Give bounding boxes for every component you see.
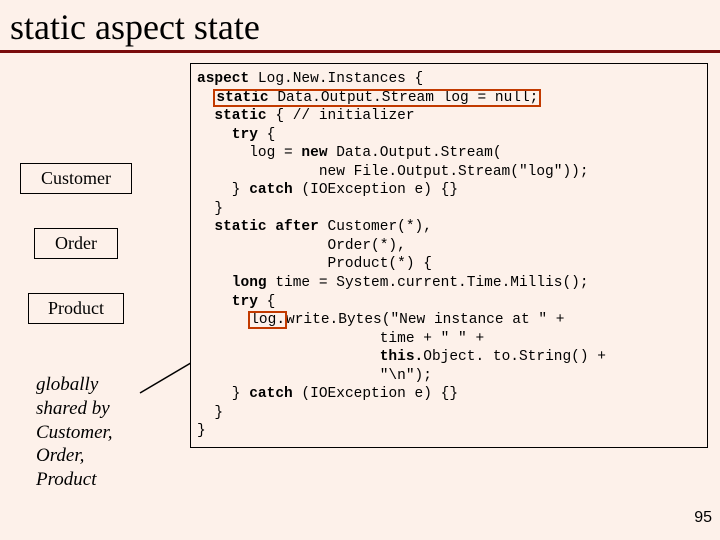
annotation-text: globally shared by Customer, Order, Prod… bbox=[36, 373, 176, 492]
annotation-line: Customer, bbox=[36, 422, 113, 443]
annotation-line: Product bbox=[36, 469, 97, 490]
uml-box-customer: Customer bbox=[20, 163, 132, 194]
annotation-line: shared by bbox=[36, 398, 110, 419]
page-number: 95 bbox=[694, 509, 712, 527]
code-block: aspect Log.New.Instances { static Data.O… bbox=[190, 63, 708, 448]
slide-title: static aspect state bbox=[0, 0, 720, 50]
annotation-line: globally bbox=[36, 374, 98, 395]
uml-box-product: Product bbox=[28, 293, 124, 324]
uml-box-order: Order bbox=[34, 228, 118, 259]
slide-body: Customer Order Product globally shared b… bbox=[0, 53, 720, 531]
code-text: aspect Log.New.Instances { static Data.O… bbox=[197, 70, 701, 441]
annotation-line: Order, bbox=[36, 445, 84, 466]
